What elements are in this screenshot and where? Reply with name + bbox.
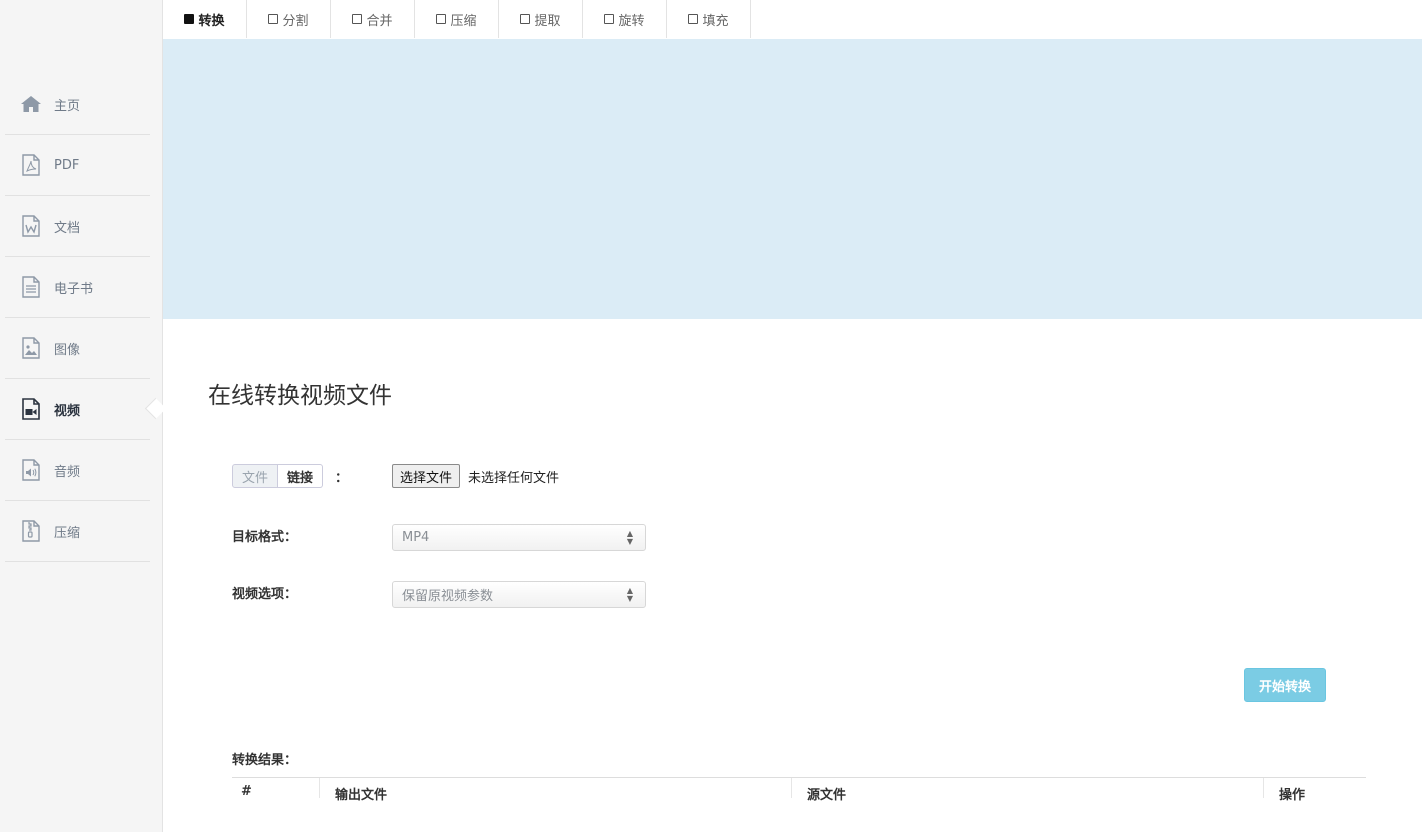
target-format-label: 目标格式： — [232, 530, 298, 545]
column-header-index: # — [241, 784, 252, 799]
tab-label: 压缩 — [450, 13, 477, 29]
zip-file-icon — [20, 520, 42, 542]
column-header-output: 输出文件 — [335, 788, 388, 803]
file-source-button[interactable]: 文件 — [232, 464, 279, 488]
video-options-label: 视频选项： — [232, 587, 298, 602]
home-icon — [20, 93, 42, 115]
tool-tabs: 转换 分割 合并 压缩 提取 旋转 填充 — [163, 0, 751, 38]
sidebar-item-video[interactable]: 视频 — [5, 379, 150, 440]
column-divider — [319, 778, 320, 798]
sidebar-item-label: 主页 — [54, 98, 81, 114]
tab-convert[interactable]: 转换 — [163, 0, 247, 38]
start-convert-button[interactable]: 开始转换 — [1244, 668, 1326, 702]
sidebar-item-archive[interactable]: 压缩 — [5, 501, 150, 562]
video-file-icon — [20, 398, 42, 420]
sidebar-item-audio[interactable]: 音频 — [5, 440, 150, 501]
target-format-select[interactable]: MP4 ▲ ▼ — [392, 524, 646, 551]
sidebar-nav: 主页 PDF 文档 电子书 图像 视频 音频 压缩 — [5, 74, 150, 562]
sidebar-item-document[interactable]: 文档 — [5, 196, 150, 257]
checkbox-empty-icon — [604, 14, 615, 24]
file-status-text: 未选择任何文件 — [468, 471, 560, 486]
tab-label: 分割 — [282, 13, 309, 29]
checkbox-empty-icon — [688, 14, 699, 24]
tab-compress[interactable]: 压缩 — [415, 0, 499, 38]
tab-label: 提取 — [534, 13, 561, 29]
video-options-select[interactable]: 保留原视频参数 ▲ ▼ — [392, 581, 646, 608]
ebook-file-icon — [20, 276, 42, 298]
audio-file-icon — [20, 459, 42, 481]
tab-label: 转换 — [198, 13, 225, 29]
banner-area — [163, 39, 1422, 319]
column-divider — [791, 778, 792, 798]
checkbox-empty-icon — [436, 14, 447, 24]
tab-label: 合并 — [366, 13, 393, 29]
sidebar-item-label: PDF — [54, 157, 80, 173]
choose-file-button[interactable]: 选择文件 — [392, 464, 461, 488]
checkbox-filled-icon — [184, 14, 195, 24]
tab-label: 旋转 — [618, 13, 645, 29]
tab-label: 填充 — [702, 13, 729, 29]
tab-rotate[interactable]: 旋转 — [583, 0, 667, 38]
sidebar-item-label: 图像 — [54, 342, 81, 358]
video-options-value: 保留原视频参数 — [402, 589, 494, 604]
column-divider — [1263, 778, 1264, 798]
link-source-button[interactable]: 链接 — [278, 464, 324, 488]
image-file-icon — [20, 337, 42, 359]
sidebar-item-label: 电子书 — [54, 281, 94, 297]
sidebar-item-label: 文档 — [54, 220, 81, 236]
checkbox-empty-icon — [268, 14, 279, 24]
sidebar-item-ebook[interactable]: 电子书 — [5, 257, 150, 318]
tab-extract[interactable]: 提取 — [499, 0, 583, 38]
results-table: # 输出文件 源文件 操作 — [232, 777, 1366, 803]
target-format-value: MP4 — [402, 530, 430, 545]
tab-split[interactable]: 分割 — [247, 0, 331, 38]
source-colon: ： — [335, 471, 349, 486]
checkbox-empty-icon — [520, 14, 531, 24]
pdf-file-icon — [20, 154, 42, 176]
tab-pad[interactable]: 填充 — [667, 0, 751, 38]
select-arrows-icon: ▲ ▼ — [626, 586, 633, 603]
sidebar-item-image[interactable]: 图像 — [5, 318, 150, 379]
sidebar-item-label: 压缩 — [54, 525, 81, 541]
results-label: 转换结果： — [232, 753, 298, 768]
sidebar-item-home[interactable]: 主页 — [5, 74, 150, 135]
sidebar: 主页 PDF 文档 电子书 图像 视频 音频 压缩 — [0, 0, 163, 832]
sidebar-item-label: 视频 — [54, 403, 81, 419]
tab-merge[interactable]: 合并 — [331, 0, 415, 38]
word-file-icon — [20, 215, 42, 237]
column-header-actions: 操作 — [1279, 788, 1306, 803]
sidebar-item-label: 音频 — [54, 464, 81, 480]
sidebar-item-pdf[interactable]: PDF — [5, 135, 150, 196]
column-header-source: 源文件 — [807, 788, 847, 803]
select-arrows-icon: ▲ ▼ — [626, 529, 633, 546]
checkbox-empty-icon — [352, 14, 363, 24]
page-title: 在线转换视频文件 — [208, 383, 392, 409]
source-toggle: 文件 链接 — [232, 464, 324, 488]
